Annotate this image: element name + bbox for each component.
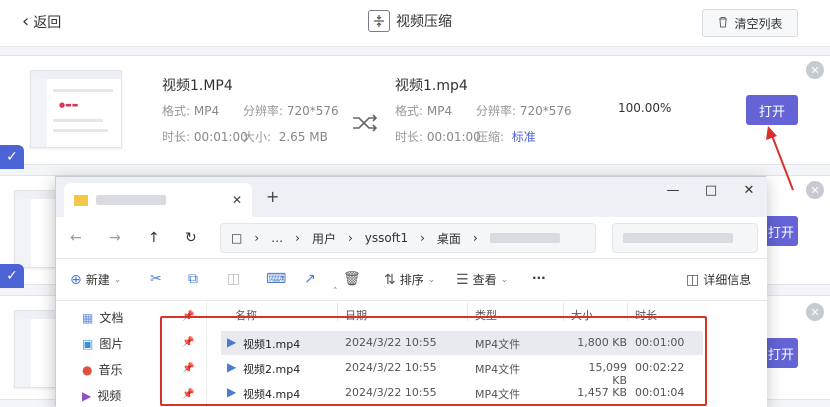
sidebar-item-music[interactable]: ● 音乐 xyxy=(82,361,123,378)
shuffle-icon xyxy=(351,113,379,137)
back-button[interactable]: ‹ 返回 xyxy=(22,12,61,32)
output-format: 格式: MP4 xyxy=(395,104,453,118)
computer-icon: □ xyxy=(231,231,243,245)
details-button[interactable]: ◫ 详细信息 xyxy=(686,271,751,288)
up-arrow-icon[interactable]: ↑ xyxy=(148,230,160,246)
sidebar-item-documents[interactable]: ▦ 文档 xyxy=(82,309,123,326)
close-window-icon[interactable]: ✕ xyxy=(739,183,759,198)
sidebar-item-videos[interactable]: ▶ 视频 xyxy=(82,387,121,404)
sort-button[interactable]: ⇅ 排序 ⌄ xyxy=(384,271,435,288)
source-size: 大小: 2.65 MB xyxy=(243,130,328,144)
copy-icon[interactable]: ⧉ xyxy=(188,271,198,287)
tab-title-blurred xyxy=(96,195,166,205)
chevron-down-icon: ⌄ xyxy=(500,274,509,285)
progress-text: 100.00% xyxy=(618,101,672,115)
tab-bar: ✕ + — □ ✕ xyxy=(56,177,767,217)
breadcrumb-blurred xyxy=(489,233,560,243)
address-bar[interactable]: □ › … › 用户 › yssoft1 › 桌面 › xyxy=(220,223,596,253)
open-button[interactable]: 打开 xyxy=(746,95,798,125)
source-resolution: 分辨率: 720*576 xyxy=(243,104,339,118)
new-button[interactable]: ⊕ 新建 ⌄ xyxy=(70,271,121,288)
video-row: ●▬▬ ✓ 视频1.MP4 格式: MP4 分辨率: 720*576 时长: 0… xyxy=(0,55,830,169)
app-logo-icon: ●▬▬ xyxy=(59,101,79,109)
page-title-text: 视频压缩 xyxy=(396,14,452,30)
search-placeholder-blurred xyxy=(623,233,733,243)
delete-icon[interactable]: 🗑 xyxy=(343,271,361,287)
document-icon: ▦ xyxy=(82,310,94,325)
music-icon: ● xyxy=(82,362,93,377)
compress-icon xyxy=(368,10,390,32)
chevron-down-icon: ⌄ xyxy=(427,274,436,285)
close-icon[interactable]: ✕ xyxy=(806,181,824,199)
row-checkbox[interactable]: ✓ xyxy=(0,264,24,288)
output-duration: 时长: 00:01:00 xyxy=(395,130,481,144)
video-thumbnail: ●▬▬ xyxy=(30,70,122,148)
view-button[interactable]: ☰ 查看 ⌄ xyxy=(456,271,508,288)
sort-icon: ⇅ xyxy=(384,271,396,288)
cut-icon[interactable]: ✂ xyxy=(150,271,162,287)
details-pane-icon: ◫ xyxy=(686,271,700,288)
clear-list-label: 清空列表 xyxy=(734,16,783,31)
output-resolution: 分辨率: 720*576 xyxy=(476,104,572,118)
paste-icon[interactable]: ◫ xyxy=(227,271,240,287)
close-tab-icon[interactable]: ✕ xyxy=(232,193,242,207)
maximize-icon[interactable]: □ xyxy=(701,183,721,198)
view-icon: ☰ xyxy=(456,271,469,288)
close-icon[interactable]: ✕ xyxy=(806,61,824,79)
breadcrumb-ellipsis[interactable]: … xyxy=(271,231,283,245)
app-header: ‹ 返回 视频压缩 清空列表 xyxy=(0,0,830,47)
chevron-left-icon: ‹ xyxy=(22,11,30,32)
row-checkbox[interactable]: ✓ xyxy=(0,145,24,169)
refresh-icon[interactable]: ↻ xyxy=(185,230,197,246)
breadcrumb-users[interactable]: 用户 xyxy=(312,230,336,247)
share-icon[interactable]: ↗ xyxy=(304,271,316,287)
breadcrumb-desktop[interactable]: 桌面 xyxy=(437,230,461,247)
sort-up-icon: ˄ xyxy=(333,287,338,297)
back-arrow-icon[interactable]: ← xyxy=(70,230,82,246)
explorer-tab[interactable]: ✕ xyxy=(64,183,252,217)
search-input[interactable] xyxy=(612,223,758,253)
back-label: 返回 xyxy=(33,15,62,31)
clear-list-button[interactable]: 清空列表 xyxy=(702,9,798,37)
source-file-name: 视频1.MP4 xyxy=(162,78,233,94)
forward-arrow-icon[interactable]: → xyxy=(109,230,121,246)
output-compression: 压缩: 标准 xyxy=(476,130,536,144)
folder-icon xyxy=(74,194,88,206)
source-duration: 时长: 00:01:00 xyxy=(162,130,248,144)
close-icon[interactable]: ✕ xyxy=(806,303,824,321)
picture-icon: ▣ xyxy=(82,336,94,351)
open-button[interactable]: 打开 xyxy=(762,216,798,246)
more-options-button[interactable]: ··· xyxy=(532,271,546,285)
video-icon: ▶ xyxy=(82,388,92,403)
rename-icon[interactable]: ⌨ xyxy=(266,271,286,287)
output-file-name: 视频1.mp4 xyxy=(395,78,468,94)
trash-icon xyxy=(717,16,729,31)
new-tab-button[interactable]: + xyxy=(266,187,279,206)
navigation-bar: ← → ↑ ↻ □ › … › 用户 › yssoft1 › 桌面 › xyxy=(56,217,767,259)
chevron-down-icon: ⌄ xyxy=(113,274,122,285)
minimize-icon[interactable]: — xyxy=(663,183,683,198)
breadcrumb-user[interactable]: yssoft1 xyxy=(365,231,408,245)
page-title: 视频压缩 xyxy=(368,10,452,32)
source-format: 格式: MP4 xyxy=(162,104,220,118)
highlight-box xyxy=(160,316,707,406)
open-button[interactable]: 打开 xyxy=(762,338,798,368)
command-bar: ⊕ 新建 ⌄ ✂ ⧉ ◫ ⌨ ↗ 🗑 ⇅ 排序 ⌄ ☰ 查看 ⌄ ··· ◫ 详… xyxy=(56,259,767,301)
sidebar-item-pictures[interactable]: ▣ 图片 xyxy=(82,335,123,352)
plus-circle-icon: ⊕ xyxy=(70,271,82,288)
